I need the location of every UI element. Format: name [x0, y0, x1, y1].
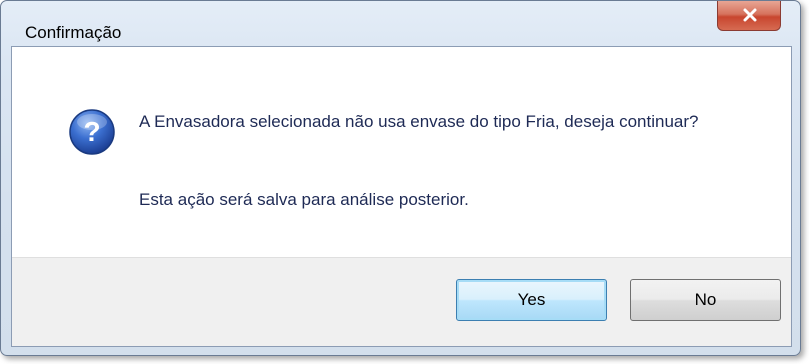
- message-area: ? A Envasadora selecionada não usa envas…: [12, 47, 791, 257]
- no-button[interactable]: No: [630, 279, 781, 321]
- window-title: Confirmação: [25, 23, 122, 42]
- question-icon: ?: [69, 109, 115, 155]
- close-icon: [743, 8, 757, 22]
- title-bar[interactable]: Confirmação: [1, 1, 800, 43]
- yes-button[interactable]: Yes: [456, 279, 607, 321]
- message-text: A Envasadora selecionada não usa envase …: [139, 112, 699, 131]
- confirmation-dialog: Confirmação ? A Envasadora selecionada n…: [0, 0, 801, 356]
- message-subtext: Esta ação será salva para análise poster…: [139, 190, 469, 209]
- svg-text:?: ?: [83, 116, 100, 147]
- close-button[interactable]: [717, 1, 781, 31]
